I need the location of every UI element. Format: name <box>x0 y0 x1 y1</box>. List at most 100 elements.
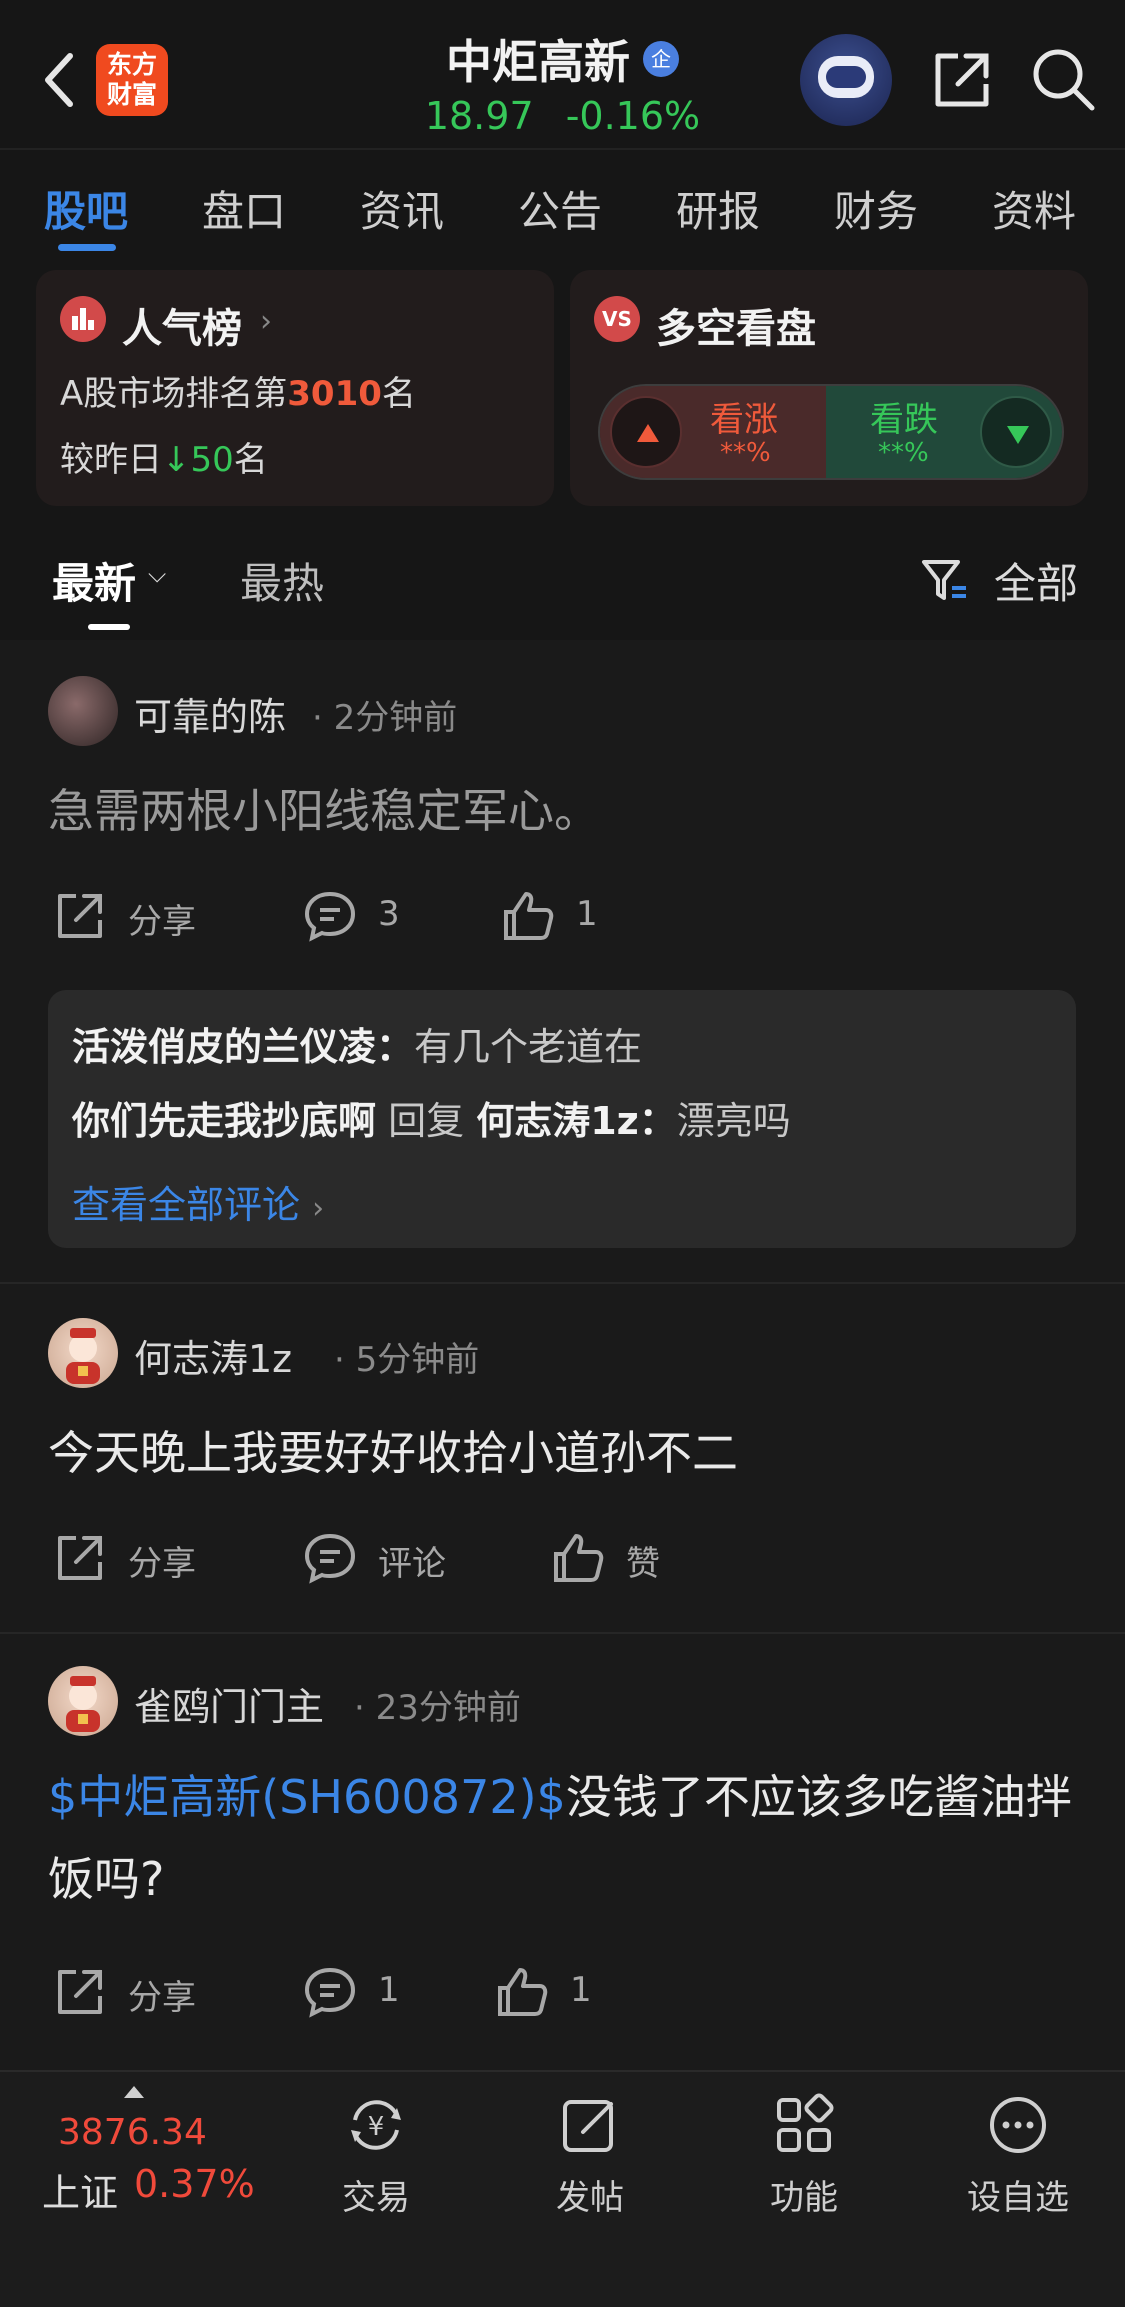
stock-change: -0.16% <box>565 94 701 138</box>
stock-link[interactable]: $中炬高新(SH600872)$ <box>48 1770 566 1824</box>
chevron-right-icon: › <box>260 304 272 339</box>
nav-add-watchlist[interactable]: 设自选 <box>938 2090 1098 2250</box>
share-icon <box>58 894 102 938</box>
top-header: 东方 财富 中炬高新 企 18.97 -0.16% <box>0 0 1125 150</box>
comment-button[interactable]: 1 <box>302 1960 462 2024</box>
reply-author[interactable]: 你们先走我抄底啊 <box>72 1099 376 1143</box>
like-button[interactable]: 赞 <box>550 1526 710 1590</box>
bull-vote-button[interactable] <box>610 396 682 468</box>
comment-icon <box>304 891 356 942</box>
tab-pankou[interactable]: 盘口 <box>202 178 286 239</box>
post-item[interactable]: 可靠的陈 · 2分钟前 急需两根小阳线稳定军心。 分享 3 1 活泼俏皮的兰仪凌… <box>0 640 1125 1280</box>
rank-value: 3010 <box>287 374 382 414</box>
sort-newest[interactable]: 最新 <box>52 550 136 611</box>
triangle-down-icon <box>1007 426 1029 444</box>
nav-post[interactable]: 发帖 <box>510 2090 670 2250</box>
tab-guba[interactable]: 股吧 <box>44 178 128 239</box>
view-all-comments-link[interactable]: 查看全部评论 › <box>72 1174 324 1229</box>
filter-all[interactable]: 全部 <box>994 550 1078 611</box>
tab-news[interactable]: 资讯 <box>360 178 444 239</box>
comment-icon <box>304 1967 356 2018</box>
change-suffix: 名 <box>233 440 268 480</box>
caret-up-icon[interactable] <box>124 2086 144 2098</box>
reply-line-1: 活泼俏皮的兰仪凌：有几个老道在 <box>72 1016 642 1071</box>
comment-icon <box>304 1533 356 1584</box>
share-icon <box>58 1536 102 1580</box>
bull-bear-bar: 看涨 **% 看跌 **% <box>598 384 1064 480</box>
change-prefix: 较昨日 <box>60 440 162 480</box>
active-tab-indicator <box>58 244 116 251</box>
sort-hottest[interactable]: 最热 <box>240 550 324 611</box>
sentiment-title: 多空看盘 <box>656 306 816 352</box>
bull-percent: **% <box>720 438 771 468</box>
avatar[interactable] <box>48 676 118 746</box>
stock-price: 18.97 <box>424 94 534 138</box>
share-icon[interactable] <box>930 48 994 112</box>
section-tabs: 股吧 盘口 资讯 公告 研报 财务 资料 <box>0 152 1125 262</box>
post-text[interactable]: $中炬高新(SH600872)$没钱了不应该多吃酱油拌饭吗? <box>48 1756 1078 1920</box>
bear-vote-button[interactable] <box>980 396 1052 468</box>
search-icon[interactable] <box>1030 46 1096 112</box>
share-label: 分享 <box>128 1978 196 2018</box>
popularity-card[interactable]: 人气榜 › A股市场排名第3010名 较昨日↓50名 <box>36 270 554 506</box>
share-button[interactable]: 分享 <box>52 884 252 948</box>
like-count: 1 <box>576 894 598 934</box>
sentiment-card[interactable]: VS 多空看盘 看涨 **% 看跌 **% <box>570 270 1088 506</box>
avatar[interactable] <box>48 1666 118 1736</box>
bottom-toolbar: 3876.34 上证 0.37% ¥ 交易 发帖 功能 设自选 <box>0 2070 1125 2307</box>
reply-preview-box[interactable]: 活泼俏皮的兰仪凌：有几个老道在 你们先走我抄底啊 回复 何志涛1z：漂亮吗 查看… <box>48 990 1076 1248</box>
post-username[interactable]: 何志涛1z <box>134 1328 292 1383</box>
tab-research[interactable]: 研报 <box>676 178 760 239</box>
thumbs-up-icon <box>504 892 554 940</box>
ranking-chart-icon <box>60 296 106 342</box>
thumbs-up-icon <box>554 1534 604 1582</box>
avatar[interactable] <box>48 1318 118 1388</box>
tab-finance[interactable]: 财务 <box>834 178 918 239</box>
filter-icon[interactable] <box>920 556 970 606</box>
post-item[interactable]: 雀鸥门门主 · 23分钟前 $中炬高新(SH600872)$没钱了不应该多吃酱油… <box>0 1634 1125 2070</box>
nav-functions[interactable]: 功能 <box>724 2090 884 2250</box>
post-time: · 23分钟前 <box>354 1688 521 1728</box>
stock-title[interactable]: 中炬高新 <box>446 26 630 92</box>
bear-percent: **% <box>878 438 929 468</box>
share-button[interactable]: 分享 <box>52 1960 252 2024</box>
post-text[interactable]: 今天晚上我要好好收拾小道孙不二 <box>48 1412 1078 1494</box>
like-button[interactable]: 1 <box>500 884 660 948</box>
comment-label: 评论 <box>378 1544 446 1584</box>
index-percent[interactable]: 0.37% <box>134 2162 255 2206</box>
rank-prefix: A股市场排名第 <box>60 374 288 414</box>
index-value[interactable]: 3876.34 <box>58 2112 207 2153</box>
share-icon <box>58 1970 102 2014</box>
share-label: 分享 <box>128 1544 196 1584</box>
nav-trade-label: 交易 <box>342 2178 410 2218</box>
change-value: 50 <box>190 440 234 480</box>
chevron-down-icon[interactable]: ⌵ <box>148 560 166 588</box>
index-name[interactable]: 上证 <box>42 2162 118 2217</box>
post-time: · 5分钟前 <box>334 1340 480 1380</box>
post-username[interactable]: 雀鸥门门主 <box>134 1676 324 1731</box>
svg-text:¥: ¥ <box>368 2112 385 2142</box>
reply-author[interactable]: 活泼俏皮的兰仪凌： <box>72 1025 414 1069</box>
more-dots-icon <box>990 2097 1046 2153</box>
robot-visor <box>826 66 866 88</box>
share-button[interactable]: 分享 <box>52 1526 252 1590</box>
post-text[interactable]: 急需两根小阳线稳定军心。 <box>48 770 1078 852</box>
tab-profile[interactable]: 资料 <box>992 178 1076 239</box>
post-feed: 可靠的陈 · 2分钟前 急需两根小阳线稳定军心。 分享 3 1 活泼俏皮的兰仪凌… <box>0 640 1125 2070</box>
rank-change: 较昨日↓50名 <box>60 432 268 481</box>
reply-text: 有几个老道在 <box>414 1025 643 1069</box>
thumbs-up-icon <box>498 1968 548 2016</box>
post-username[interactable]: 可靠的陈 <box>134 686 286 741</box>
view-all-label: 查看全部评论 <box>72 1183 301 1227</box>
comment-button[interactable]: 评论 <box>302 1526 502 1590</box>
tab-announcements[interactable]: 公告 <box>518 178 602 239</box>
ai-assistant-robot-icon[interactable] <box>800 34 892 126</box>
share-label: 分享 <box>128 902 196 942</box>
grid-apps-icon <box>777 2093 834 2152</box>
post-item[interactable]: 何志涛1z · 5分钟前 今天晚上我要好好收拾小道孙不二 分享 评论 赞 <box>0 1284 1125 1630</box>
comment-button[interactable]: 3 <box>302 884 462 948</box>
reply-target-author[interactable]: 何志涛1z： <box>476 1099 677 1143</box>
like-button[interactable]: 1 <box>494 1960 654 2024</box>
compose-icon <box>563 2100 613 2152</box>
nav-trade[interactable]: ¥ 交易 <box>296 2090 456 2250</box>
